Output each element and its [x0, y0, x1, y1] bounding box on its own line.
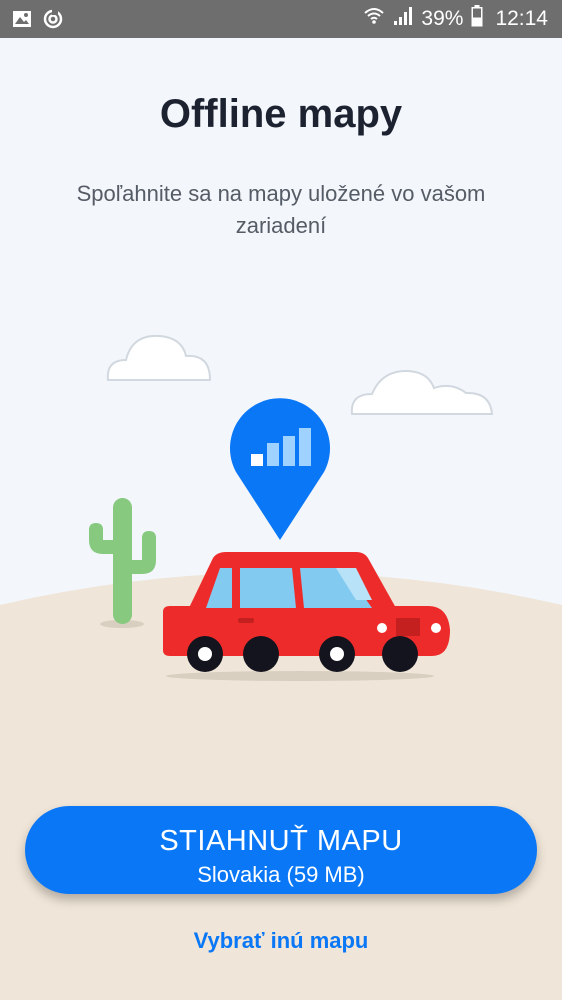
map-pin-icon	[229, 398, 331, 540]
image-icon	[12, 9, 32, 33]
download-map-button[interactable]: STIAHNUŤ MAPU Slovakia (59 MB)	[25, 806, 537, 894]
wifi-icon	[363, 6, 385, 32]
status-bar: 39% 12:14	[0, 0, 562, 38]
status-right: 39% 12:14	[363, 0, 548, 38]
cloud-right	[350, 369, 494, 415]
clock: 12:14	[495, 7, 548, 30]
download-button-detail: Slovakia (59 MB)	[197, 862, 365, 887]
sync-icon	[42, 8, 64, 34]
battery-percent: 39%	[421, 7, 464, 30]
download-button-label: STIAHNUŤ MAPU	[159, 825, 403, 857]
signal-icon	[393, 6, 413, 32]
status-left	[12, 8, 64, 34]
choose-other-map-link[interactable]: Vybrať inú mapu	[0, 928, 562, 954]
page-subtitle: Spoľahnite sa na mapy uložené vo vašom z…	[76, 181, 486, 238]
battery-icon	[471, 5, 483, 33]
page-title: Offline mapy	[159, 92, 403, 136]
cloud-left	[106, 334, 212, 381]
offline-maps-illustration	[0, 334, 562, 1000]
